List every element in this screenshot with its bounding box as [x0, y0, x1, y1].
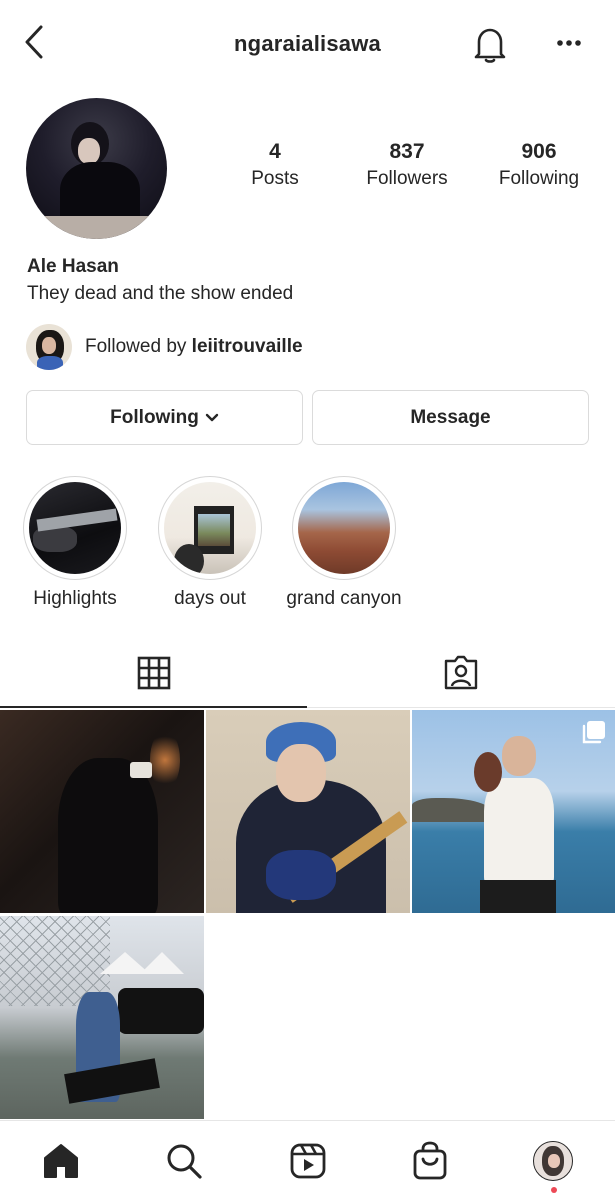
notifications-button[interactable] — [470, 24, 510, 66]
stat-label: Following — [498, 168, 580, 189]
profile-header: ngaraialisawa — [0, 0, 615, 90]
post-rocks — [412, 798, 492, 822]
profile-avatar-face — [548, 1154, 560, 1168]
highlight-highlights[interactable]: Highlights — [23, 476, 127, 609]
more-options-button[interactable] — [548, 28, 590, 58]
highlight-thumbnail — [29, 482, 121, 574]
post-camera — [130, 762, 152, 778]
post-figure — [58, 758, 158, 913]
profile-avatar-icon — [533, 1141, 573, 1181]
highlight-thumbnail — [298, 482, 390, 574]
stat-value: 906 — [521, 140, 557, 163]
following-button-label: Following — [110, 406, 199, 428]
profile-stats: 4 Posts 837 Followers 906 Following — [0, 140, 615, 200]
chevron-down-icon — [205, 413, 219, 423]
thumb-hand — [174, 544, 204, 574]
highlight-ring — [23, 476, 127, 580]
tab-tagged[interactable] — [307, 638, 614, 708]
post-face — [276, 744, 326, 802]
followed-by-username[interactable]: leiitrouvaille — [192, 336, 303, 357]
profile-tabs — [0, 638, 615, 708]
post-person — [484, 778, 554, 888]
post-pants — [480, 880, 556, 913]
shop-bag-icon — [413, 1141, 447, 1180]
followed-by-text: Followed by leiitrouvaille — [85, 336, 303, 358]
bell-icon — [474, 28, 506, 63]
home-icon — [44, 1144, 78, 1178]
tab-posts-grid[interactable] — [0, 638, 307, 708]
nav-search[interactable] — [162, 1139, 206, 1183]
thumb-film-frame — [198, 514, 230, 546]
nav-reels[interactable] — [286, 1139, 330, 1183]
post-van — [118, 988, 204, 1034]
reels-icon — [290, 1143, 326, 1179]
post-guitar-body — [266, 850, 336, 900]
highlight-label: grand canyon — [286, 588, 402, 609]
post-tent — [140, 952, 184, 974]
post-head — [502, 736, 536, 776]
tagged-person-icon — [444, 655, 477, 690]
grid-icon — [137, 656, 170, 690]
thumb-film — [194, 506, 234, 554]
stat-value: 837 — [389, 140, 425, 163]
message-button[interactable]: Message — [312, 390, 589, 445]
highlight-grand-canyon[interactable]: grand canyon — [286, 476, 402, 609]
followed-by-row[interactable]: Followed by leiitrouvaille — [26, 324, 303, 370]
more-horizontal-icon — [557, 40, 581, 46]
post-ball — [474, 752, 502, 792]
nav-home[interactable] — [39, 1139, 83, 1183]
bottom-navigation — [0, 1120, 615, 1200]
highlight-thumbnail — [164, 482, 256, 574]
followed-by-prefix: Followed by — [85, 336, 192, 357]
tab-divider — [307, 707, 615, 708]
following-button[interactable]: Following — [26, 390, 303, 445]
nav-profile[interactable] — [531, 1139, 575, 1183]
stat-posts[interactable]: 4 Posts — [210, 140, 340, 190]
profile-name: Ale Hasan — [27, 256, 119, 277]
follower-avatar-face — [42, 337, 56, 354]
avatar-floor — [26, 216, 167, 239]
highlight-ring — [292, 476, 396, 580]
nav-shop[interactable] — [408, 1139, 452, 1183]
message-button-label: Message — [410, 406, 491, 428]
highlight-days-out[interactable]: days out — [158, 476, 262, 609]
stat-following[interactable]: 906 Following — [474, 140, 604, 190]
stat-label: Posts — [251, 168, 299, 189]
profile-bio: They dead and the show ended — [27, 283, 294, 304]
stat-label: Followers — [366, 168, 448, 189]
thumb-guitar-neck — [36, 508, 118, 532]
stat-value: 4 — [269, 140, 281, 163]
post-thumbnail[interactable] — [412, 710, 615, 913]
post-thumbnail[interactable] — [206, 710, 410, 913]
active-tab-indicator — [0, 706, 307, 708]
follower-avatar-shirt — [37, 356, 63, 370]
multiple-posts-icon — [582, 721, 605, 744]
notification-dot — [551, 1187, 557, 1193]
post-lamp — [150, 730, 180, 790]
stat-followers[interactable]: 837 Followers — [342, 140, 472, 190]
search-icon — [167, 1144, 202, 1179]
profile-username: ngaraialisawa — [234, 31, 381, 56]
follower-avatar — [26, 324, 72, 370]
highlight-ring — [158, 476, 262, 580]
post-thumbnail[interactable] — [0, 916, 204, 1119]
post-thumbnail[interactable] — [0, 710, 204, 913]
